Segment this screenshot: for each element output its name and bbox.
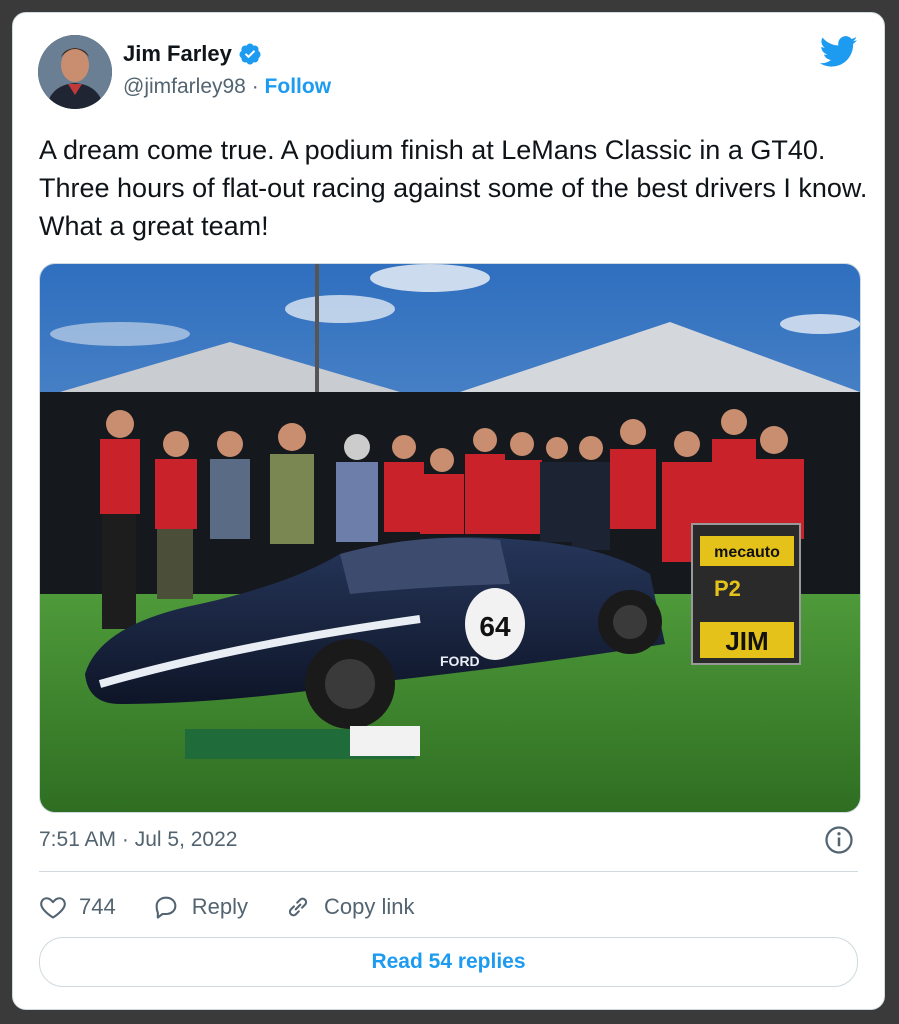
follow-link[interactable]: Follow [265, 75, 332, 98]
separator-dot: · [251, 75, 259, 98]
read-replies-button[interactable]: Read 54 replies [39, 937, 858, 987]
reply-bubble-icon [155, 896, 177, 919]
copy-link-label: Copy link [323, 894, 415, 919]
like-count: 744 [79, 894, 116, 919]
twitter-bird-icon[interactable] [820, 35, 858, 69]
tweet-timestamp[interactable]: 7:51 AM · Jul 5, 2022 [39, 828, 237, 852]
copy-link-button[interactable]: Copy link [284, 893, 414, 921]
like-button[interactable]: 744 [39, 893, 116, 921]
avatar[interactable] [38, 35, 112, 109]
heart-icon [40, 897, 66, 919]
tweet-card: Jim Farley @jimfarley98 · Follow A dream… [12, 12, 885, 1010]
author-handle[interactable]: @jimfarley98 [123, 75, 246, 98]
divider [39, 871, 858, 872]
handle-row: @jimfarley98 · Follow [123, 75, 331, 99]
action-bar: 744 Reply Copy link [39, 889, 450, 925]
tweet-text: A dream come true. A podium finish at Le… [39, 135, 868, 241]
link-icon [288, 897, 308, 917]
verified-badge-icon [239, 43, 261, 65]
reply-label: Reply [191, 894, 248, 919]
pit-board-brand: mecauto [714, 544, 780, 561]
author-name[interactable]: Jim Farley [123, 41, 262, 67]
pit-board-position: P2 [714, 576, 741, 601]
reply-button[interactable]: Reply [152, 893, 248, 921]
car-number: 64 [479, 611, 511, 642]
pit-board-name: JIM [725, 626, 768, 656]
info-icon[interactable] [824, 825, 854, 855]
car-brand-decal: FORD [440, 653, 480, 669]
tweet-photo[interactable]: mecauto P2 JIM 64 FORD [39, 263, 861, 813]
author-name-text[interactable]: Jim Farley [123, 41, 232, 67]
